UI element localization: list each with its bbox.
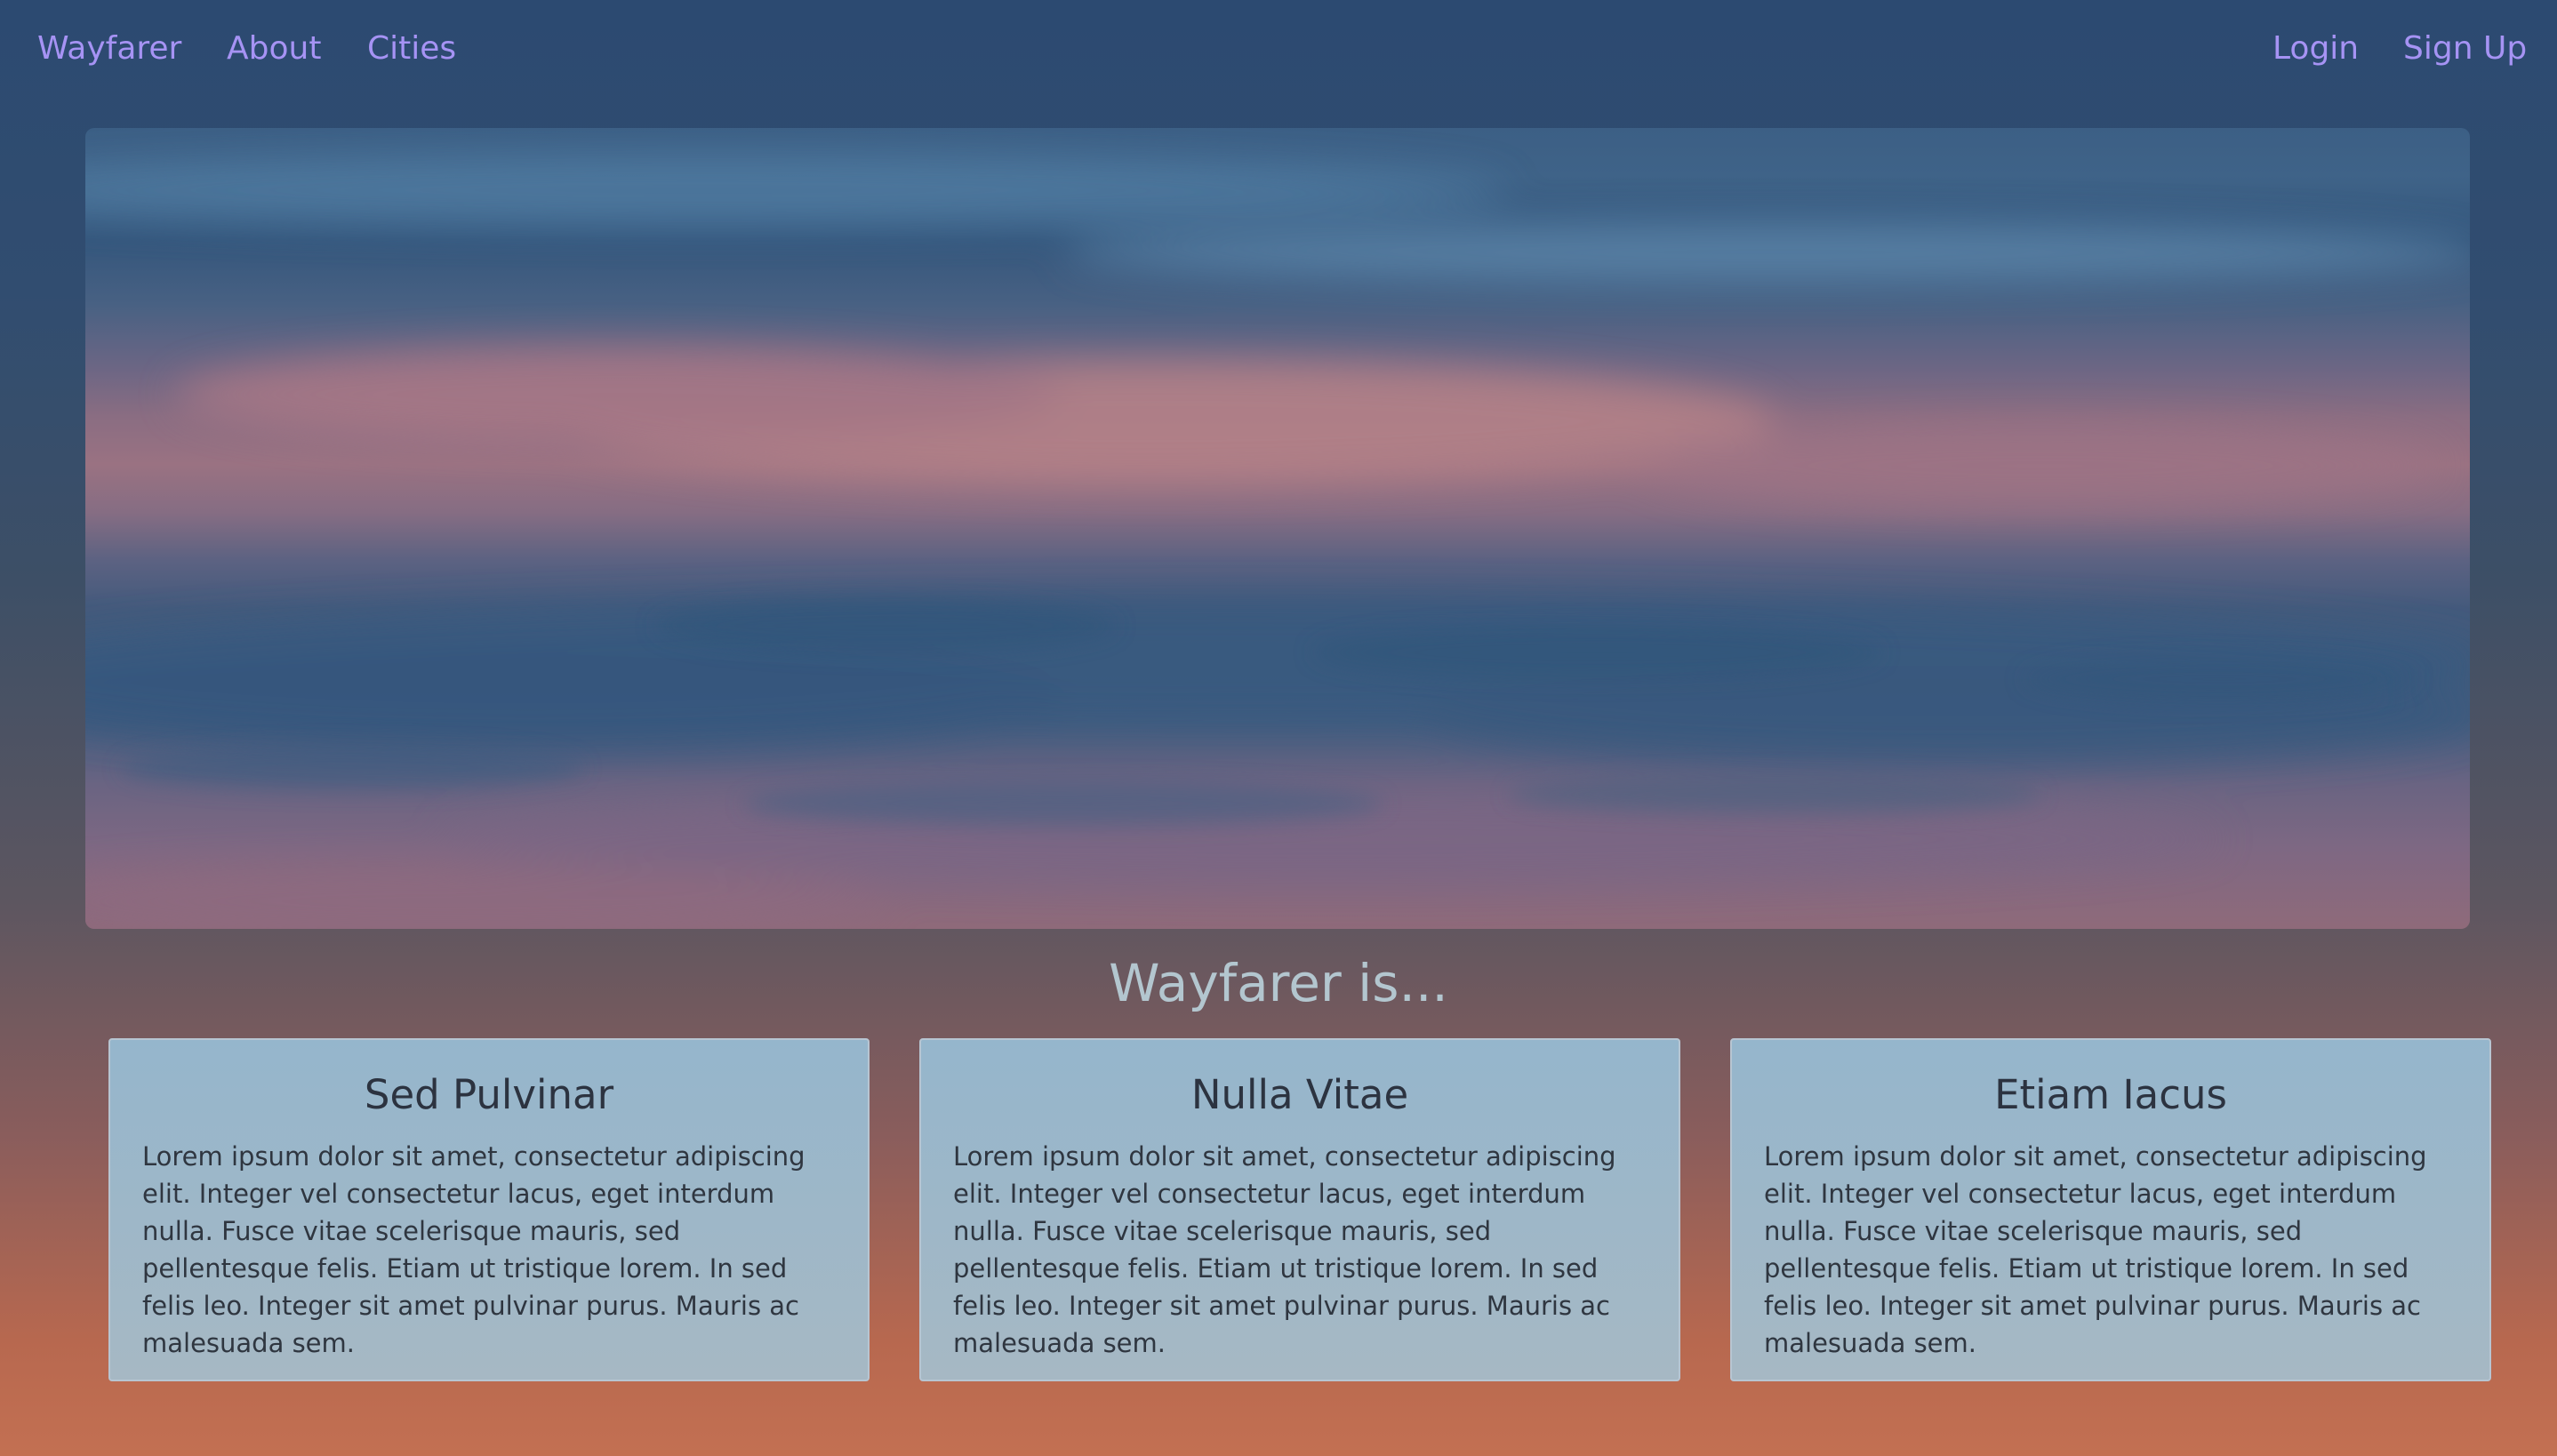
card-title: Sed Pulvinar — [364, 1071, 614, 1118]
section-heading: Wayfarer is... — [1109, 953, 1448, 1013]
card-title: Etiam Iacus — [1994, 1071, 2227, 1118]
card-body: Lorem ipsum dolor sit amet, consectetur … — [142, 1141, 806, 1358]
card-title: Nulla Vitae — [1190, 1071, 1409, 1118]
nav-brand-link[interactable]: Wayfarer — [37, 27, 181, 71]
nav-login-link[interactable]: Login — [2272, 27, 2359, 71]
nav-about-link[interactable]: About — [227, 27, 321, 71]
hero-image — [85, 128, 2470, 929]
top-navbar: Wayfarer About Cities Login Sign Up — [0, 0, 2557, 100]
feature-card: Sed Pulvinar Lorem ipsum dolor sit amet,… — [108, 1038, 870, 1381]
cloud-texture — [85, 155, 2470, 929]
card-body: Lorem ipsum dolor sit amet, consectetur … — [1764, 1141, 2427, 1358]
nav-cities-link[interactable]: Cities — [367, 27, 456, 71]
nav-signup-link[interactable]: Sign Up — [2403, 27, 2527, 71]
card-body: Lorem ipsum dolor sit amet, consectetur … — [953, 1141, 1616, 1358]
feature-card: Nulla Vitae Lorem ipsum dolor sit amet, … — [919, 1038, 1680, 1381]
feature-card: Etiam Iacus Lorem ipsum dolor sit amet, … — [1730, 1038, 2491, 1381]
